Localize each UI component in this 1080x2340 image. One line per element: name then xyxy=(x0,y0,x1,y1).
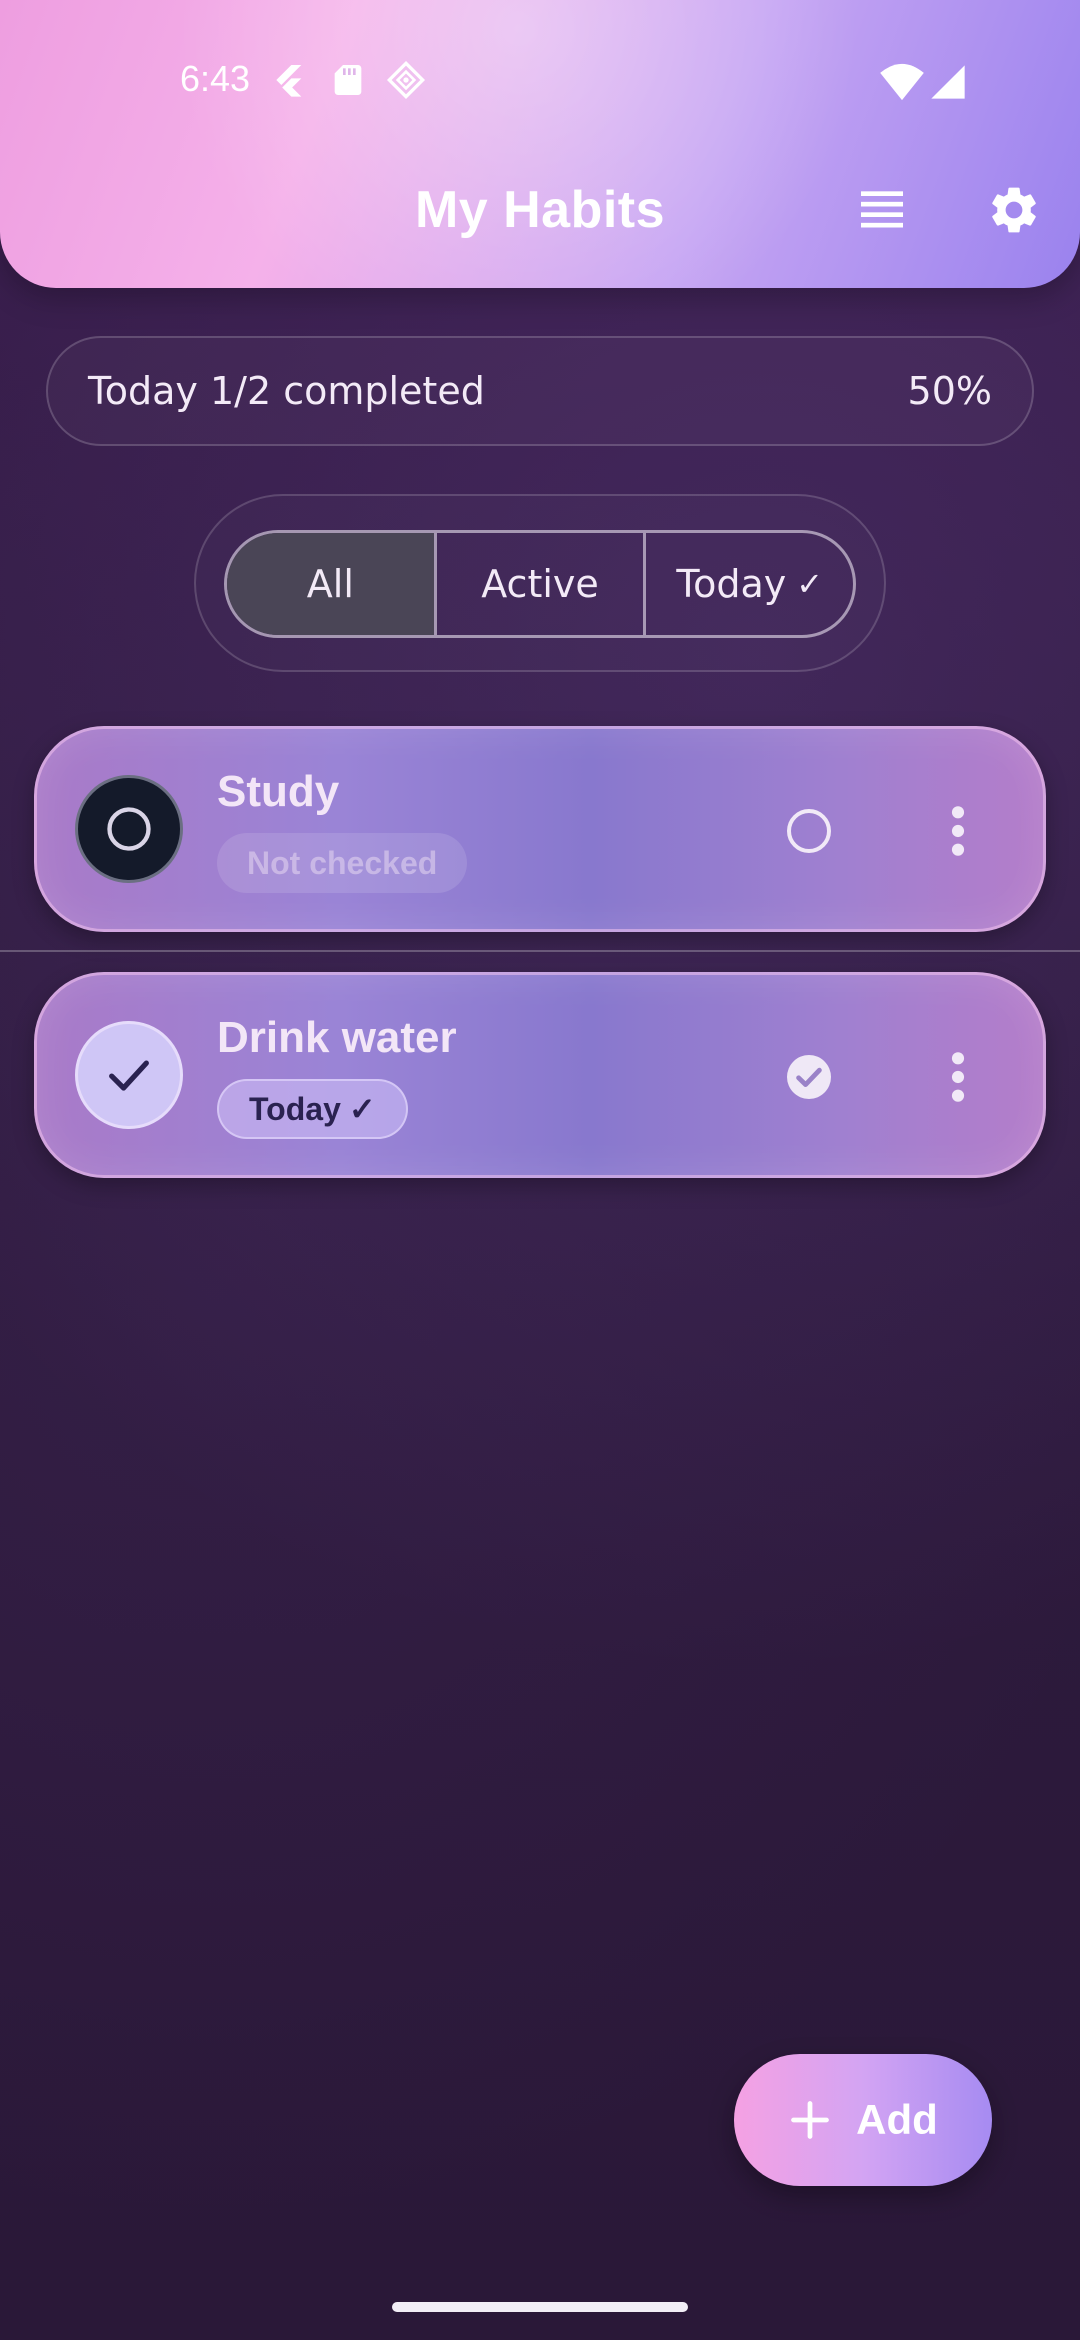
habit-status-chip: Not checked xyxy=(217,833,468,893)
check-icon: ✓ xyxy=(348,1091,376,1127)
habit-card[interactable]: Study Not checked xyxy=(34,726,1046,932)
wifi-icon xyxy=(880,62,924,102)
check-circle-icon xyxy=(787,1055,831,1099)
more-options-button[interactable] xyxy=(943,803,973,859)
status-time: 6:43 xyxy=(180,58,251,99)
habit-avatar-checked[interactable] xyxy=(75,1021,183,1129)
filter-all[interactable]: All xyxy=(227,533,434,635)
summary-label: Today 1/2 completed xyxy=(88,369,485,413)
gear-icon xyxy=(992,187,1036,233)
daily-summary: Today 1/2 completed 50% xyxy=(46,336,1034,446)
plus-icon xyxy=(791,2101,830,2139)
filter-active[interactable]: Active xyxy=(433,533,644,635)
habit-name: Drink water xyxy=(217,1013,457,1062)
filter-active-label: Active xyxy=(481,562,599,606)
settings-button[interactable] xyxy=(986,182,1042,238)
add-habit-button[interactable]: Add xyxy=(734,2054,992,2186)
filter-all-label: All xyxy=(306,562,354,606)
summary-percent: 50% xyxy=(907,369,992,413)
habit-name: Study xyxy=(217,767,340,816)
habit-status-label: Today xyxy=(249,1090,341,1127)
flutter-icon xyxy=(268,60,308,100)
sd-card-icon xyxy=(328,60,368,100)
habit-card[interactable]: Drink water Today ✓ xyxy=(34,972,1046,1178)
filter-today-label: Today xyxy=(676,562,787,606)
more-options-button[interactable] xyxy=(943,1049,973,1105)
more-vert-icon xyxy=(951,1052,965,1102)
status-bar: 6:43 xyxy=(0,0,1080,160)
list-view-button[interactable] xyxy=(854,182,910,238)
page-title: My Habits xyxy=(414,181,666,239)
add-button-label: Add xyxy=(856,2096,938,2143)
habit-status-chip: Today ✓ xyxy=(217,1079,408,1139)
divider xyxy=(0,950,1080,952)
circle-outline-icon xyxy=(787,809,831,853)
more-vert-icon xyxy=(951,806,965,856)
check-icon: ✓ xyxy=(796,565,824,603)
home-indicator[interactable] xyxy=(392,2302,688,2312)
circle-outline-icon xyxy=(107,807,151,851)
check-icon xyxy=(109,1060,149,1091)
diamond-icon xyxy=(386,60,426,100)
filter-segmented-control: All Active Today ✓ xyxy=(224,530,856,638)
check-toggle-button[interactable] xyxy=(785,807,833,855)
check-toggle-button[interactable] xyxy=(785,1053,833,1101)
cell-signal-icon xyxy=(928,62,968,102)
habit-avatar-unchecked[interactable] xyxy=(75,775,183,883)
list-icon xyxy=(861,191,903,228)
habit-status-label: Not checked xyxy=(247,844,438,881)
filter-today[interactable]: Today ✓ xyxy=(643,533,853,635)
app-header: 6:43 My Habits xyxy=(0,0,1080,288)
